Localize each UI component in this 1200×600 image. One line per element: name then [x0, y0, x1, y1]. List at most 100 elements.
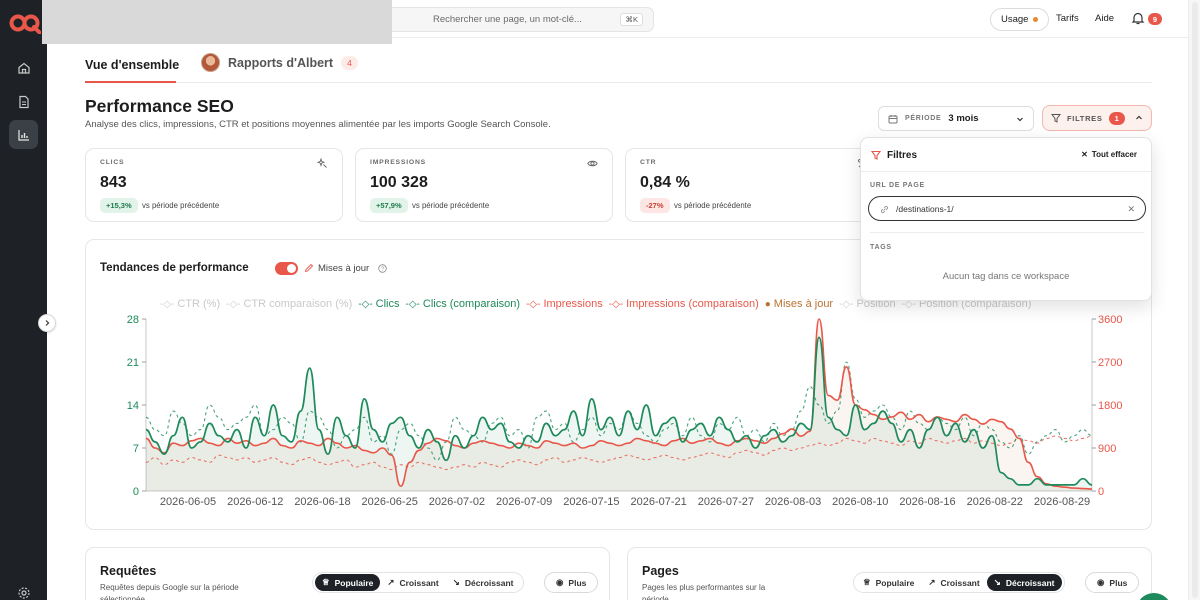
sort-label: Décroissant: [464, 577, 514, 588]
period-value: 3 mois: [948, 113, 979, 124]
sort-label: Populaire: [875, 577, 915, 588]
metric-label: CLICS: [100, 159, 125, 166]
scrollbar[interactable]: [1188, 0, 1200, 600]
sort-popular-button[interactable]: ♕ Populaire: [856, 574, 921, 591]
impressions-area: [146, 319, 1092, 491]
usage-status-dot: [1033, 17, 1039, 22]
y-right-tick-label: 1800: [1098, 400, 1122, 412]
avatar: [201, 53, 220, 72]
tab-overview[interactable]: Vue d'ensemble: [85, 58, 179, 72]
x-tick-label: 2026-06-05: [160, 496, 216, 508]
metric-value: 0,84 %: [640, 174, 690, 191]
scroll-thumb[interactable]: [1192, 2, 1198, 598]
metric-comparison-text: vs période précédente: [674, 201, 752, 210]
clear-url-icon[interactable]: ✕: [1127, 204, 1135, 215]
tarifs-link[interactable]: Tarifs: [1056, 13, 1079, 24]
metric-card-ctr[interactable]: CTR 0,84 % -27% vs période précédente: [625, 148, 883, 222]
queries-title: Requêtes: [100, 564, 157, 578]
eye-icon: [587, 160, 598, 167]
sort-growing-button[interactable]: ↗ Croissant: [921, 574, 986, 591]
y-right-tick-label: 3600: [1098, 314, 1122, 326]
close-icon: ✕: [1081, 150, 1088, 159]
x-tick-label: 2026-08-16: [899, 496, 955, 508]
x-tick-label: 2026-07-27: [698, 496, 754, 508]
filters-label: FILTRES: [1067, 113, 1103, 123]
sort-label: Populaire: [334, 577, 374, 588]
chevron-down-icon: [1017, 117, 1023, 121]
aide-link[interactable]: Aide: [1095, 13, 1114, 24]
calendar-icon: [888, 114, 898, 123]
x-tick-label: 2026-06-25: [362, 496, 418, 508]
sidebar-item-performance[interactable]: [9, 120, 38, 149]
url-section-label: URL DE PAGE: [870, 182, 925, 189]
chart-icon: [17, 129, 29, 141]
tab-active-indicator: [85, 81, 176, 83]
page-title: Performance SEO: [85, 96, 234, 116]
search-placeholder: Rechercher une page, un mot-clé...: [433, 14, 582, 25]
search-shortcut: ⌘K: [620, 13, 643, 26]
notifications-badge: 9: [1148, 13, 1162, 25]
sidebar-item-documents[interactable]: [9, 87, 38, 116]
url-filter-input[interactable]: /destinations-1/ ✕: [868, 196, 1146, 221]
y-left-tick-label: 7: [133, 443, 139, 455]
sort-label: Décroissant: [1005, 577, 1055, 588]
y-left-tick-label: 21: [127, 357, 139, 369]
sidebar-item-settings[interactable]: [9, 578, 38, 600]
tab-albert-reports-label: Rapports d'Albert: [228, 55, 334, 70]
metric-card-clics[interactable]: CLICS 843 +15,3% vs période précédente: [85, 148, 343, 222]
filter-icon: [1051, 114, 1061, 123]
tags-section-label: TAGS: [870, 244, 892, 251]
tags-empty-text: Aucun tag dans ce workspace: [942, 271, 1070, 282]
y-right-tick-label: 900: [1098, 443, 1116, 455]
clear-all-button[interactable]: ✕ Tout effacer: [1081, 150, 1137, 159]
logo-icon[interactable]: [9, 12, 41, 34]
queries-more-button[interactable]: ◉ Plus: [544, 572, 599, 593]
pages-subtitle: Pages les plus performantes sur la pério…: [642, 583, 766, 600]
pages-more-button[interactable]: ◉ Plus: [1085, 572, 1140, 593]
period-label: PÉRIODE: [905, 115, 942, 122]
x-tick-label: 2026-08-29: [1034, 496, 1090, 508]
sort-label: Croissant: [940, 577, 980, 588]
settings-icon: [17, 586, 30, 599]
filter-icon: [871, 150, 881, 160]
metric-label: CTR: [640, 159, 657, 166]
metric-comparison-text: vs période précédente: [142, 201, 220, 210]
sort-popular-button[interactable]: ♕ Populaire: [315, 574, 381, 591]
queries-subtitle: Requêtes depuis Google sur la période sé…: [100, 583, 239, 600]
sidebar-item-home[interactable]: [9, 53, 38, 82]
usage-label: Usage: [1001, 14, 1029, 25]
period-select[interactable]: PÉRIODE 3 mois: [878, 106, 1034, 131]
queries-sort-segmented: ♕ Populaire ↗ Croissant ↘ Décroissant: [312, 572, 524, 593]
sort-label: Croissant: [399, 577, 439, 588]
sort-declining-button[interactable]: ↘ Décroissant: [446, 574, 521, 591]
trend-down-icon: ↘: [993, 577, 1001, 587]
trend-up-icon: ↗: [928, 577, 936, 587]
pages-card: Pages Pages les plus performantes sur la…: [627, 547, 1152, 600]
metric-card-impressions[interactable]: IMPRESSIONS 100 328 +57,9% vs période pr…: [355, 148, 613, 222]
metric-delta-badge: +57,9%: [370, 198, 408, 213]
sort-growing-button[interactable]: ↗ Croissant: [380, 574, 445, 591]
tabs: Vue d'ensemble Rapports d'Albert 4: [85, 50, 1152, 83]
y-right-tick-label: 2700: [1098, 357, 1122, 369]
trend-down-icon: ↘: [452, 577, 460, 587]
x-tick-label: 2026-06-18: [294, 496, 350, 508]
trend-up-icon: ↗: [387, 577, 395, 587]
queries-card: Requêtes Requêtes depuis Google sur la p…: [85, 547, 610, 600]
tab-count-badge: 4: [341, 55, 358, 70]
filters-button[interactable]: FILTRES 1: [1042, 105, 1152, 131]
sidebar-collapse-button[interactable]: [38, 314, 56, 332]
y-right-tick-label: 0: [1098, 486, 1104, 498]
bell-icon[interactable]: [1131, 11, 1145, 25]
search-input[interactable]: Rechercher une page, un mot-clé... ⌘K: [382, 7, 654, 32]
link-icon: [881, 206, 888, 213]
usage-button[interactable]: Usage: [990, 8, 1050, 31]
x-tick-label: 2026-08-22: [967, 496, 1023, 508]
tab-albert-reports[interactable]: Rapports d'Albert 4: [201, 53, 358, 72]
metric-delta-badge: -27%: [640, 198, 670, 213]
metric-label: IMPRESSIONS: [370, 159, 427, 166]
divider: [870, 232, 1144, 233]
redacted-area: [42, 0, 392, 44]
filters-dropdown: Filtres ✕ Tout effacer URL DE PAGE /desti…: [860, 137, 1152, 301]
sort-declining-button[interactable]: ↘ Décroissant: [986, 574, 1062, 591]
y-left-tick-label: 0: [133, 486, 139, 498]
